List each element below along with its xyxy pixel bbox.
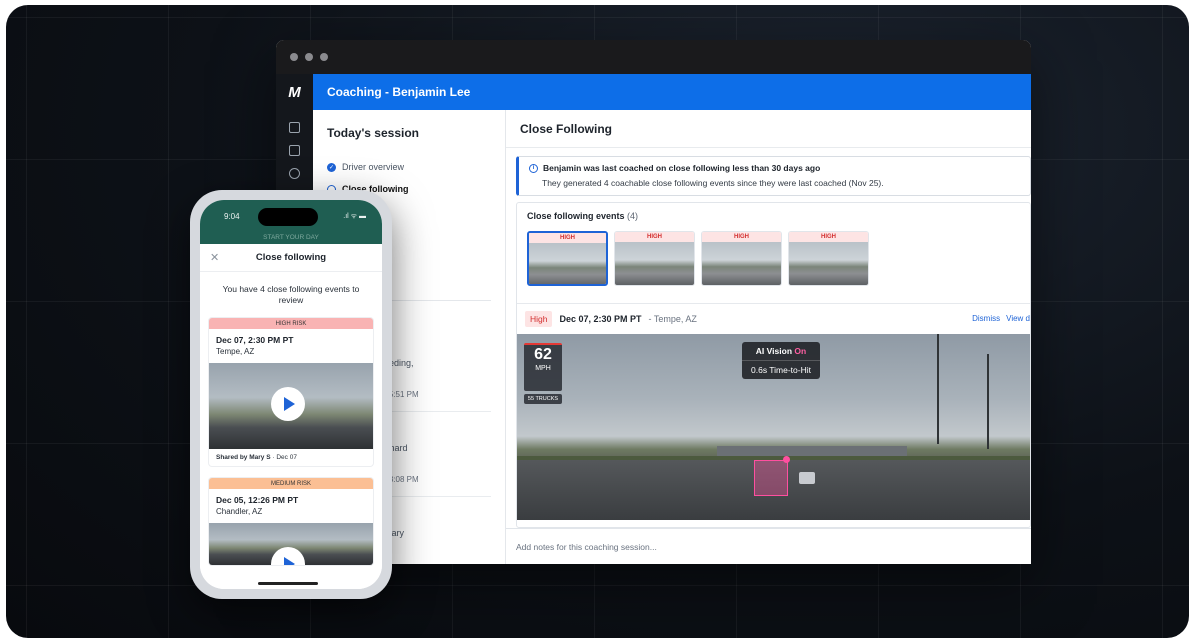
status-icons: .ıl ᯤ ▬ (343, 213, 366, 220)
window-maximize-dot[interactable] (320, 53, 328, 61)
view-link[interactable]: View d (1006, 314, 1030, 323)
shared-date: · Dec 07 (270, 454, 297, 461)
brand-logo[interactable]: M (288, 74, 301, 110)
window-chrome (276, 40, 1031, 74)
risk-label: MEDIUM RISK (209, 478, 373, 489)
thumbnail-image (615, 242, 694, 285)
event-date: Dec 07, 2:30 PM PT (559, 313, 642, 324)
panel-title: Close Following (506, 110, 1031, 148)
info-banner: i Benjamin was last coached on close fol… (516, 156, 1031, 196)
play-icon (284, 557, 295, 565)
ai-vision-overlay: AI Vision On 0.6s Time-to-Hit (742, 342, 820, 379)
card-video[interactable] (209, 523, 373, 565)
image-icon[interactable] (289, 145, 300, 156)
vehicle (799, 472, 815, 484)
phone-status-bar: 9:04 .ıl ᯤ ▬ (200, 200, 382, 234)
card-location: Tempe, AZ (216, 347, 255, 356)
events-section: Close following events (4) HIGH HIGH HIG… (516, 202, 1031, 528)
sheet-header: ✕ Close following (200, 244, 382, 272)
phone-device: 9:04 .ıl ᯤ ▬ START YOUR DAY ✕ Close foll… (190, 190, 392, 599)
page-header: Coaching - Benjamin Lee (313, 74, 1031, 110)
ai-vision-state: On (794, 346, 807, 356)
event-video[interactable]: 62 MPH 55 TRUCKS AI Vision On 0.6s Time-… (517, 334, 1030, 520)
close-icon[interactable]: ✕ (210, 251, 219, 264)
phone-time: 9:04 (224, 212, 240, 221)
events-title-label: Close following events (527, 211, 625, 221)
window-minimize-dot[interactable] (305, 53, 313, 61)
event-thumbnail[interactable]: HIGH (701, 231, 782, 286)
power-pole (987, 354, 989, 449)
shared-by-name: Shared by Mary S (216, 454, 271, 461)
event-location: - Tempe, AZ (648, 313, 697, 324)
risk-label: HIGH (702, 232, 781, 242)
event-thumbnail[interactable]: HIGH (788, 231, 869, 286)
speed-unit: MPH (535, 365, 551, 372)
ai-vision-label: AI Vision On (742, 342, 820, 361)
step-label: Driver overview (342, 162, 405, 172)
background-frame: M Coaching - Benjamin Lee Today's sessio… (6, 5, 1189, 638)
phone-screen: 9:04 .ıl ᯤ ▬ START YOUR DAY ✕ Close foll… (200, 200, 382, 589)
risk-label: HIGH (789, 232, 868, 242)
events-count: (4) (627, 211, 639, 221)
card-date: Dec 05, 12:26 PM PT (216, 495, 299, 505)
risk-label: HIGH (615, 232, 694, 242)
ai-vision-title: AI Vision (755, 346, 793, 356)
thumbnail-image (529, 243, 606, 284)
events-title: Close following events (4) (527, 211, 1020, 221)
detection-marker (783, 456, 790, 463)
sheet-message: You have 4 close following events to rev… (222, 284, 360, 305)
sheet-title: Close following (255, 252, 327, 263)
overpass (717, 446, 907, 456)
thumbnail-image (702, 242, 781, 285)
risk-label: HIGH (529, 233, 606, 243)
card-location: Chandler, AZ (216, 507, 263, 516)
clock-icon[interactable] (289, 168, 300, 179)
start-day-banner: START YOUR DAY (200, 234, 382, 244)
info-text: They generated 4 coachable close followi… (542, 178, 884, 188)
info-heading: Benjamin was last coached on close follo… (543, 163, 821, 173)
event-thumbnail[interactable]: HIGH (527, 231, 608, 286)
session-title: Today's session (327, 126, 419, 140)
page-title: Coaching - Benjamin Lee (327, 85, 471, 99)
info-icon: i (529, 163, 538, 173)
map-icon[interactable] (289, 122, 300, 133)
card-date: Dec 07, 2:30 PM PT (216, 335, 294, 345)
main-area: Coaching - Benjamin Lee Today's session … (313, 74, 1031, 564)
speed-value: 62 (534, 346, 552, 363)
event-actions: Dismiss View d (972, 314, 1030, 323)
event-thumbnail[interactable]: HIGH (614, 231, 695, 286)
check-icon: ✓ (327, 162, 336, 172)
notes-bar (506, 528, 1031, 564)
step-driver-overview[interactable]: ✓ Driver overview (327, 156, 491, 178)
play-button[interactable] (271, 387, 305, 421)
event-card[interactable]: HIGH RISK Dec 07, 2:30 PM PT Tempe, AZ S… (209, 318, 373, 466)
play-icon (284, 397, 295, 411)
play-button[interactable] (271, 547, 305, 565)
dynamic-island (258, 208, 318, 226)
close-following-sheet: ✕ Close following You have 4 close follo… (200, 244, 382, 589)
card-video[interactable] (209, 363, 373, 449)
time-to-hit: 0.6s Time-to-Hit (751, 365, 811, 375)
event-card[interactable]: MEDIUM RISK Dec 05, 12:26 PM PT Chandler… (209, 478, 373, 565)
speed-limit-label: 55 TRUCKS (524, 394, 562, 404)
power-pole (937, 334, 939, 444)
event-header: High Dec 07, 2:30 PM PT - Tempe, AZ Dism… (517, 303, 1030, 333)
speed-readout: 62 MPH (524, 343, 562, 391)
home-indicator (258, 582, 318, 585)
shared-by: Shared by Mary S · Dec 07 (209, 449, 373, 466)
notes-input[interactable] (516, 541, 1031, 552)
thumbnail-image (789, 242, 868, 285)
risk-label: HIGH RISK (209, 318, 373, 329)
close-following-panel: Close Following i Benjamin was last coac… (506, 110, 1031, 564)
detected-vehicle-box (754, 460, 788, 496)
dismiss-link[interactable]: Dismiss (972, 314, 1000, 323)
event-thumbnails: HIGH HIGH HIGH HIGH (527, 231, 1020, 286)
window-close-dot[interactable] (290, 53, 298, 61)
risk-badge: High (525, 310, 553, 327)
